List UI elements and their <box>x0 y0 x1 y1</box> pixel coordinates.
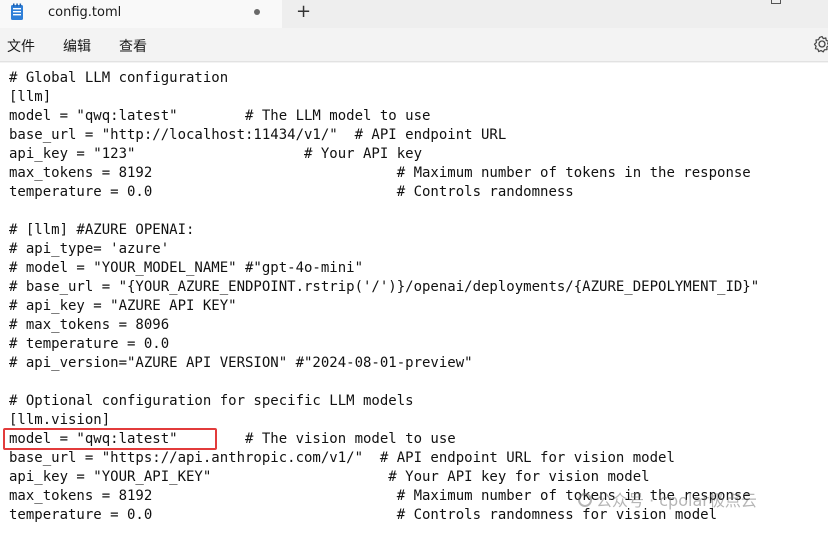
code-line: model = "qwq:latest" # The LLM model to … <box>9 108 431 124</box>
new-tab-button[interactable]: + <box>296 2 311 22</box>
menu-bar: 文件 编辑 查看 <box>0 28 828 62</box>
code-line: # api_type= 'azure' <box>9 241 170 257</box>
code-line: # model = "YOUR_MODEL_NAME" #"gpt-4o-min… <box>9 260 364 276</box>
code-line: # api_key = "AZURE API KEY" <box>9 298 237 314</box>
code-line: base_url = "http://localhost:11434/v1/" … <box>9 127 507 143</box>
menu-view[interactable]: 查看 <box>119 36 147 56</box>
tab-config-toml[interactable]: config.toml <box>0 0 282 28</box>
code-line: # [llm] #AZURE OPENAI: <box>9 222 195 238</box>
code-line: [llm] <box>9 89 52 105</box>
code-line: temperature = 0.0 # Controls randomness <box>9 184 574 200</box>
maximize-icon[interactable] <box>771 0 781 4</box>
code-line: base_url = "https://api.anthropic.com/v1… <box>9 450 675 466</box>
code-line: # Optional configuration for specific LL… <box>9 393 414 409</box>
code-line: max_tokens = 8192 # Maximum number of to… <box>9 165 751 181</box>
highlight-box <box>3 428 217 450</box>
code-content: # Global LLM configuration [llm] model = "… <box>9 69 759 525</box>
code-line: # api_version="AZURE API VERSION" #"2024… <box>9 355 473 371</box>
watermark: 公众号 · cpolar极点云 <box>578 487 757 511</box>
settings-gear-icon[interactable] <box>813 35 828 53</box>
tab-title: config.toml <box>48 5 122 20</box>
code-line: api_key = "YOUR_API_KEY" # Your API key … <box>9 469 650 485</box>
code-line: # base_url = "{YOUR_AZURE_ENDPOINT.rstri… <box>9 279 760 295</box>
menu-file[interactable]: 文件 <box>7 36 35 56</box>
title-bar: config.toml + <box>0 0 828 28</box>
code-line: api_key = "123" # Your API key <box>9 146 423 162</box>
menu-edit[interactable]: 编辑 <box>63 36 91 56</box>
wechat-logo-icon <box>578 493 592 507</box>
code-line: # temperature = 0.0 <box>9 336 170 352</box>
code-line: # Global LLM configuration <box>9 70 229 86</box>
notepad-icon <box>11 3 23 20</box>
code-line: # max_tokens = 8096 <box>9 317 170 333</box>
watermark-text: 公众号 · cpolar极点云 <box>596 491 757 510</box>
unsaved-indicator-icon[interactable] <box>254 9 260 15</box>
text-editor[interactable]: # Global LLM configuration [llm] model = "… <box>0 63 828 533</box>
